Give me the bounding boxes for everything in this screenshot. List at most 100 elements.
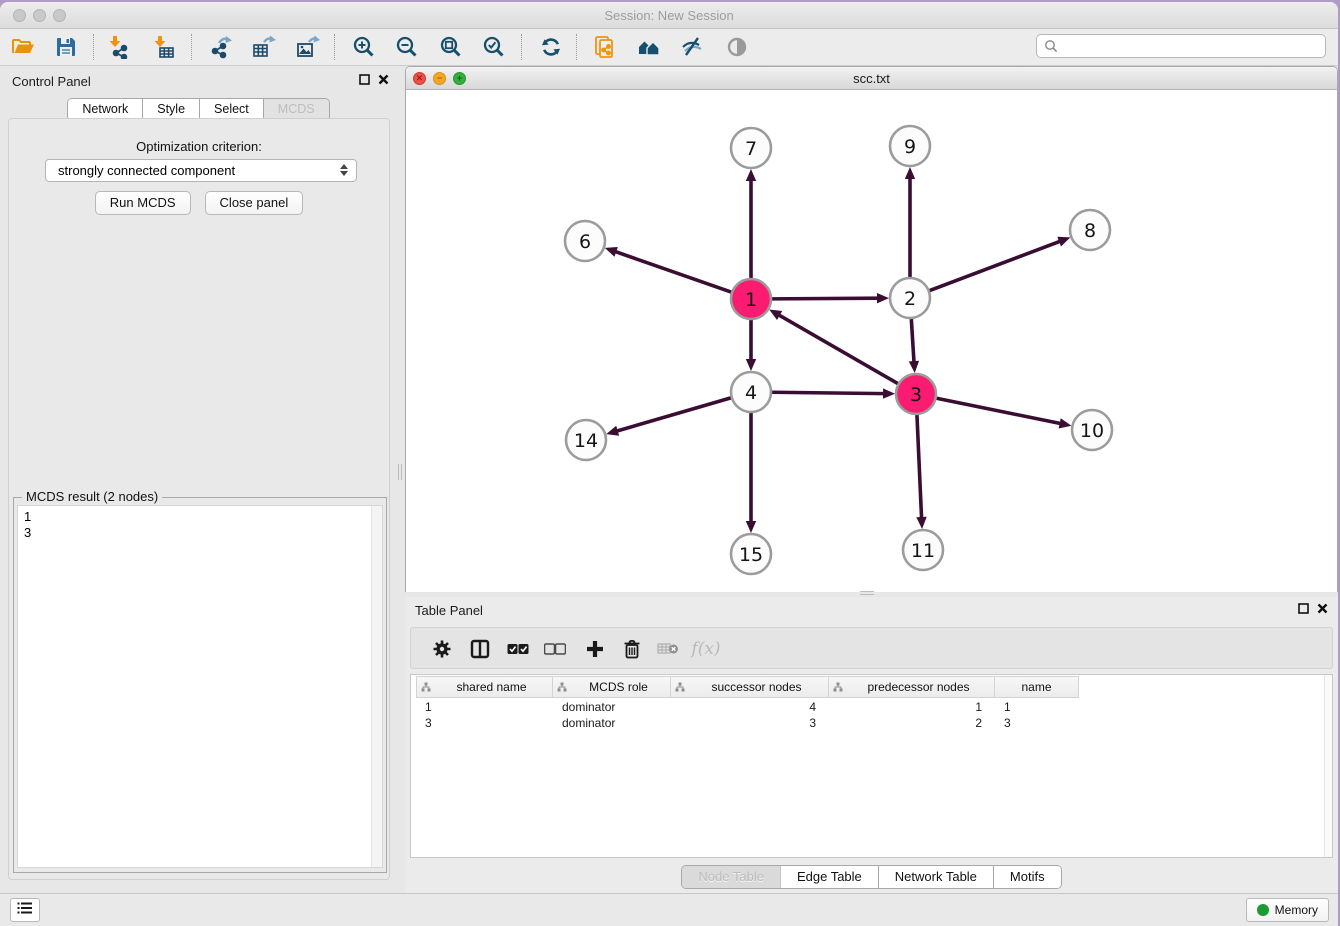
column-header-shared-name[interactable]: shared name <box>416 676 553 698</box>
zoom-fit-icon[interactable] <box>438 34 464 60</box>
import-table-icon[interactable] <box>151 34 177 60</box>
graph-edge-2-8[interactable] <box>930 241 1061 291</box>
float-table-panel-icon[interactable] <box>1298 603 1309 614</box>
table-cell-mcds-role[interactable]: dominator <box>553 715 671 731</box>
mcds-result-textarea[interactable]: 13 <box>17 505 383 868</box>
table-cell-mcds-role[interactable]: dominator <box>553 699 671 715</box>
graph-node-15[interactable]: 15 <box>731 534 771 574</box>
add-row-icon[interactable] <box>583 637 607 661</box>
graph-edge-3-10[interactable] <box>937 398 1062 424</box>
graph-edge-1-2[interactable] <box>772 298 879 299</box>
graph-node-3[interactable]: 3 <box>896 374 936 414</box>
clone-network-icon[interactable] <box>592 34 618 60</box>
graph-node-1[interactable]: 1 <box>731 279 771 319</box>
graph-edge-arrowhead <box>746 169 756 181</box>
tab-mcds[interactable]: MCDS <box>264 99 329 120</box>
close-table-panel-icon[interactable] <box>1317 603 1328 614</box>
column-header-name[interactable]: name <box>995 676 1079 698</box>
column-header-successor-nodes[interactable]: successor nodes <box>671 676 829 698</box>
column-type-icon <box>557 682 567 692</box>
save-session-icon[interactable] <box>53 34 79 60</box>
graph-node-10[interactable]: 10 <box>1072 410 1112 450</box>
run-mcds-button[interactable]: Run MCDS <box>95 191 191 215</box>
float-panel-icon[interactable] <box>359 74 370 85</box>
toolbar-separator <box>191 34 192 60</box>
table-tab-motifs[interactable]: Motifs <box>994 866 1061 888</box>
export-image-icon[interactable] <box>295 34 321 60</box>
tab-select[interactable]: Select <box>200 99 264 120</box>
task-history-button[interactable] <box>10 898 40 922</box>
export-table-icon[interactable] <box>251 34 277 60</box>
table-settings-gear-icon[interactable] <box>430 637 454 661</box>
memory-button[interactable]: Memory <box>1246 898 1329 922</box>
network-window-title: scc.txt <box>406 71 1337 86</box>
table-cell-shared-name[interactable]: 1 <box>416 699 553 715</box>
horizontal-splitter-handle[interactable] <box>860 591 874 595</box>
table-cell-shared-name[interactable]: 3 <box>416 715 553 731</box>
show-panels-eye-icon[interactable] <box>724 34 750 60</box>
graph-edge-4-14[interactable] <box>616 398 731 431</box>
network-canvas[interactable]: 7 9 6 8 1 2 4 3 14 10 15 11 <box>406 90 1337 592</box>
graph-edge-arrowhead <box>746 521 756 533</box>
graph-edge-1-6[interactable] <box>614 251 731 292</box>
graph-node-14[interactable]: 14 <box>566 420 606 460</box>
graph-node-2[interactable]: 2 <box>890 278 930 318</box>
table-cell-predecessor-nodes[interactable]: 1 <box>829 699 995 715</box>
table-row[interactable]: 1dominator411 <box>416 699 1323 715</box>
delete-table-icon[interactable] <box>656 637 680 661</box>
graph-node-4[interactable]: 4 <box>731 372 771 412</box>
refresh-view-icon[interactable] <box>538 34 564 60</box>
graph-node-9[interactable]: 9 <box>890 126 930 166</box>
table-tab-edge-table[interactable]: Edge Table <box>781 866 879 888</box>
select-all-icon[interactable] <box>506 637 530 661</box>
close-panel-button[interactable]: Close panel <box>205 191 304 215</box>
toolbar-separator <box>93 34 94 60</box>
table-tab-network-table[interactable]: Network Table <box>879 866 994 888</box>
zoom-in-icon[interactable] <box>351 34 377 60</box>
graph-edge-3-11[interactable] <box>917 415 922 519</box>
import-network-icon[interactable] <box>106 34 132 60</box>
function-builder-icon[interactable]: f(x) <box>694 637 718 661</box>
show-columns-icon[interactable] <box>468 637 492 661</box>
deselect-all-icon[interactable] <box>543 637 567 661</box>
tab-style[interactable]: Style <box>143 99 200 120</box>
graph-edge-4-3[interactable] <box>772 392 885 393</box>
vertical-splitter-handle[interactable] <box>398 464 402 480</box>
graph-edge-3-1[interactable] <box>778 314 898 383</box>
table-cell-predecessor-nodes[interactable]: 2 <box>829 715 995 731</box>
graph-node-8[interactable]: 8 <box>1070 210 1110 250</box>
open-file-icon[interactable] <box>10 34 36 60</box>
graph-edge-2-3[interactable] <box>911 319 914 363</box>
export-network-icon[interactable] <box>208 34 234 60</box>
result-scrollbar[interactable] <box>371 506 382 867</box>
zoom-selected-icon[interactable] <box>481 34 507 60</box>
show-all-networks-icon[interactable] <box>636 34 662 60</box>
column-header-predecessor-nodes[interactable]: predecessor nodes <box>829 676 995 698</box>
criterion-dropdown[interactable]: strongly connected component <box>45 159 357 182</box>
graph-node-6[interactable]: 6 <box>565 221 605 261</box>
close-panel-icon[interactable] <box>378 74 389 85</box>
table-cell-successor-nodes[interactable]: 3 <box>671 715 829 731</box>
table-tab-node-table[interactable]: Node Table <box>682 866 781 888</box>
table-cell-name[interactable]: 3 <box>995 715 1079 731</box>
table-cell-successor-nodes[interactable]: 4 <box>671 699 829 715</box>
search-input[interactable] <box>1063 36 1325 56</box>
graph-node-7[interactable]: 7 <box>731 128 771 168</box>
network-window-titlebar[interactable]: ✕ − + scc.txt <box>406 67 1337 90</box>
tab-network[interactable]: Network <box>68 99 143 120</box>
main-toolbar <box>0 29 1338 66</box>
toolbar-separator <box>521 34 522 60</box>
table-scrollbar[interactable] <box>1324 675 1332 857</box>
column-header-mcds-role[interactable]: MCDS role <box>553 676 671 698</box>
table-toolbar: f(x) <box>410 627 1333 669</box>
zoom-out-icon[interactable] <box>394 34 420 60</box>
hide-panels-icon[interactable] <box>679 34 705 60</box>
search-field[interactable] <box>1036 34 1326 58</box>
table-cell-name[interactable]: 1 <box>995 699 1079 715</box>
graph-edge-arrowhead <box>1059 418 1072 428</box>
table-row[interactable]: 3dominator323 <box>416 715 1323 731</box>
graph-node-11[interactable]: 11 <box>903 530 943 570</box>
node-table[interactable]: shared nameMCDS rolesuccessor nodesprede… <box>410 674 1333 858</box>
svg-text:15: 15 <box>739 544 763 566</box>
delete-row-icon[interactable] <box>620 637 644 661</box>
